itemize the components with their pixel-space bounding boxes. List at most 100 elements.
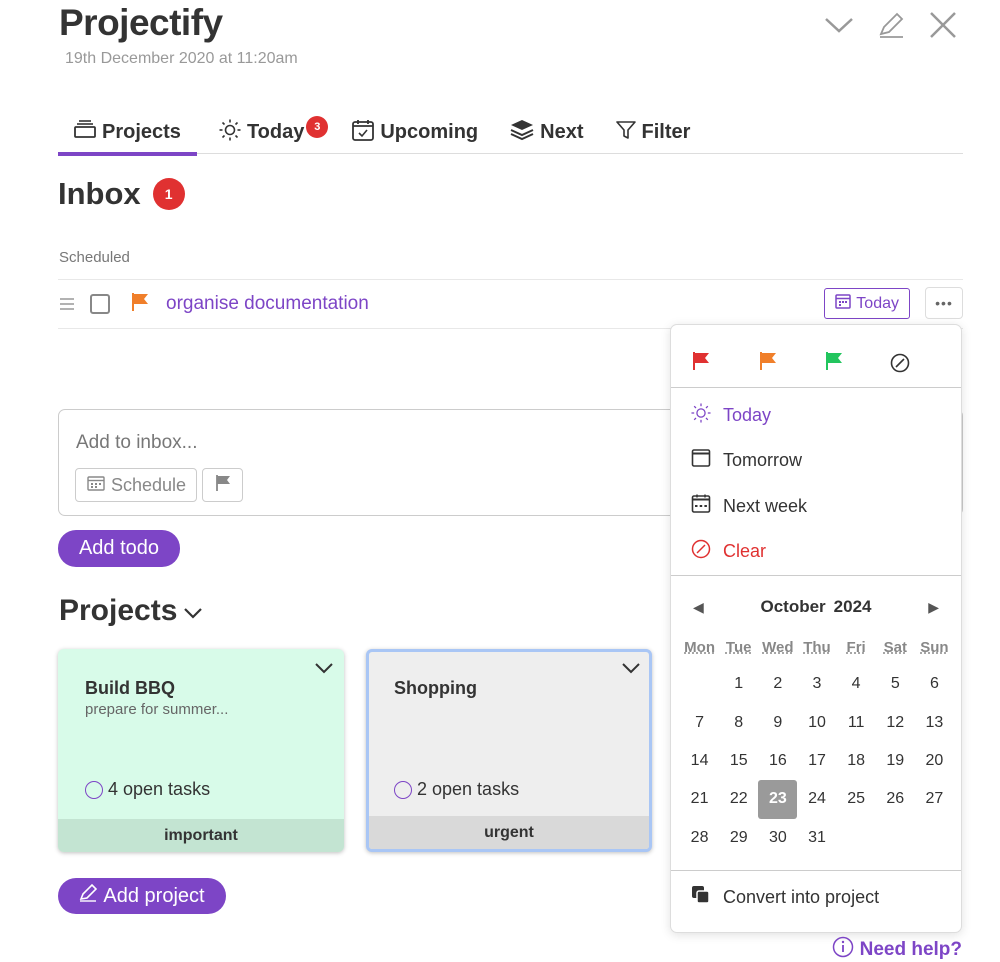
calendar-day[interactable]: 3 [797,665,836,703]
circle-icon [85,780,103,799]
project-description: prepare for summer... [85,701,229,718]
flag-icon[interactable] [130,292,150,317]
calendar-day[interactable]: 25 [837,780,876,818]
menu-item-next-week[interactable]: Next week [691,494,807,519]
add-project-label: Add project [103,884,205,907]
add-todo-input[interactable]: Add to inbox... [76,432,197,454]
calendar-grid: Mon Tue Wed Thu Fri Sat Sun 1 2 3 4 5 6 7 8 9 10 11 12 13 14… [680,639,954,857]
tab-label: Upcoming [380,121,479,143]
project-card[interactable]: Shopping 2 open tasks urgent [366,649,652,852]
calendar-day[interactable]: 1 [719,665,758,703]
calendar-day[interactable]: 20 [915,742,954,780]
today-count-badge: 3 [306,116,329,138]
calendar-day[interactable]: 17 [797,742,836,780]
convert-label: Convert into project [723,887,880,907]
add-project-button[interactable]: Add project [58,878,226,914]
edit-pencil-icon[interactable] [874,8,908,42]
more-options-button[interactable]: ••• [925,287,963,319]
chevron-down-icon[interactable] [621,661,641,680]
calendar-day[interactable]: 31 [797,819,836,857]
tab-next[interactable]: Next [494,112,599,153]
tab-projects[interactable]: Projects [58,112,197,156]
main-tabs: Projects Today 3 Upcoming Next Filter [58,112,963,156]
due-date-button[interactable]: Today [824,288,910,319]
no-priority-icon[interactable] [890,353,910,378]
due-date-label: Today [856,294,899,312]
projects-heading[interactable]: Projects [59,594,203,628]
calendar-day[interactable]: 9 [758,703,797,741]
calendar-day[interactable]: 15 [719,742,758,780]
help-label: Need help? [859,939,962,960]
calendar-day[interactable]: 30 [758,819,797,857]
inbox-heading: Inbox 1 [58,176,185,212]
schedule-button[interactable]: Schedule [75,468,197,502]
calendar-day[interactable]: 6 [915,665,954,703]
calendar-day[interactable]: 7 [680,703,719,741]
calendar-year: 2024 [833,597,872,616]
calendar-day[interactable]: 19 [876,742,915,780]
chevron-down-icon[interactable] [314,661,334,680]
sun-icon [691,403,711,428]
todo-title[interactable]: organise documentation [166,293,369,315]
project-card[interactable]: Build BBQ prepare for summer... 4 open t… [58,649,344,852]
calendar-month-year: October 2024 [671,595,961,619]
project-name: Build BBQ [85,678,175,698]
calendar-day[interactable]: 29 [719,819,758,857]
calendar-day[interactable]: 12 [876,703,915,741]
tab-label: Today [246,121,305,143]
calendar-day[interactable]: 4 [837,665,876,703]
calendar-day[interactable]: 14 [680,742,719,780]
ellipsis-icon: ••• [935,295,953,311]
calendar-day[interactable]: 10 [797,703,836,741]
menu-item-label: Tomorrow [723,450,803,470]
calendar-day[interactable]: 8 [719,703,758,741]
menu-item-clear[interactable]: Clear [691,539,766,564]
close-icon[interactable] [926,8,960,42]
tab-filter[interactable]: Filter [600,112,707,153]
priority-flag-button[interactable] [202,468,243,502]
inbox-title: Inbox [58,176,141,211]
divider [671,870,961,871]
calendar-empty-cell [680,665,719,703]
add-todo-button[interactable]: Add todo [58,530,180,567]
calendar-day-selected[interactable]: 23 [758,780,798,819]
calendar-day[interactable]: 13 [915,703,954,741]
calendar-day[interactable]: 11 [837,703,876,741]
pencil-icon [79,883,98,908]
green-flag-icon[interactable] [825,351,843,376]
tab-today[interactable]: Today 3 [203,112,329,153]
calendar-month: October [760,597,826,616]
todo-checkbox[interactable] [90,294,110,314]
tab-label: Projects [102,120,181,143]
collapse-chevron-icon[interactable] [822,8,856,42]
orange-flag-icon[interactable] [759,351,777,376]
weekday-header: Fri [846,639,866,656]
calendar-day[interactable]: 24 [797,780,836,818]
circle-icon [394,780,412,799]
calendar-icon [835,293,852,314]
calendar-day[interactable]: 21 [680,780,719,818]
help-link[interactable]: Need help? [832,936,962,962]
calendar-day[interactable]: 28 [680,819,719,857]
calendar-day[interactable]: 5 [876,665,915,703]
drag-handle-icon[interactable] [60,294,80,315]
convert-into-project-button[interactable]: Convert into project [691,885,879,910]
inbox-count-badge: 1 [152,178,185,210]
calendar-day[interactable]: 16 [758,742,797,780]
tab-label: Filter [641,121,691,143]
next-month-icon[interactable]: ▶ [928,599,939,616]
tab-upcoming[interactable]: Upcoming [336,112,494,153]
red-flag-icon[interactable] [692,351,710,376]
clear-icon [691,539,711,564]
calendar-day[interactable]: 2 [758,665,797,703]
window-controls [822,8,960,42]
calendar-day[interactable]: 27 [915,780,954,818]
section-label-scheduled: Scheduled [59,249,130,266]
filter-icon [615,120,636,146]
calendar-day[interactable]: 22 [719,780,758,818]
calendar-day[interactable]: 18 [837,742,876,780]
menu-item-tomorrow[interactable]: Tomorrow [691,448,802,473]
menu-item-label: Today [723,405,772,425]
calendar-day[interactable]: 26 [876,780,915,818]
menu-item-today[interactable]: Today [691,403,771,428]
